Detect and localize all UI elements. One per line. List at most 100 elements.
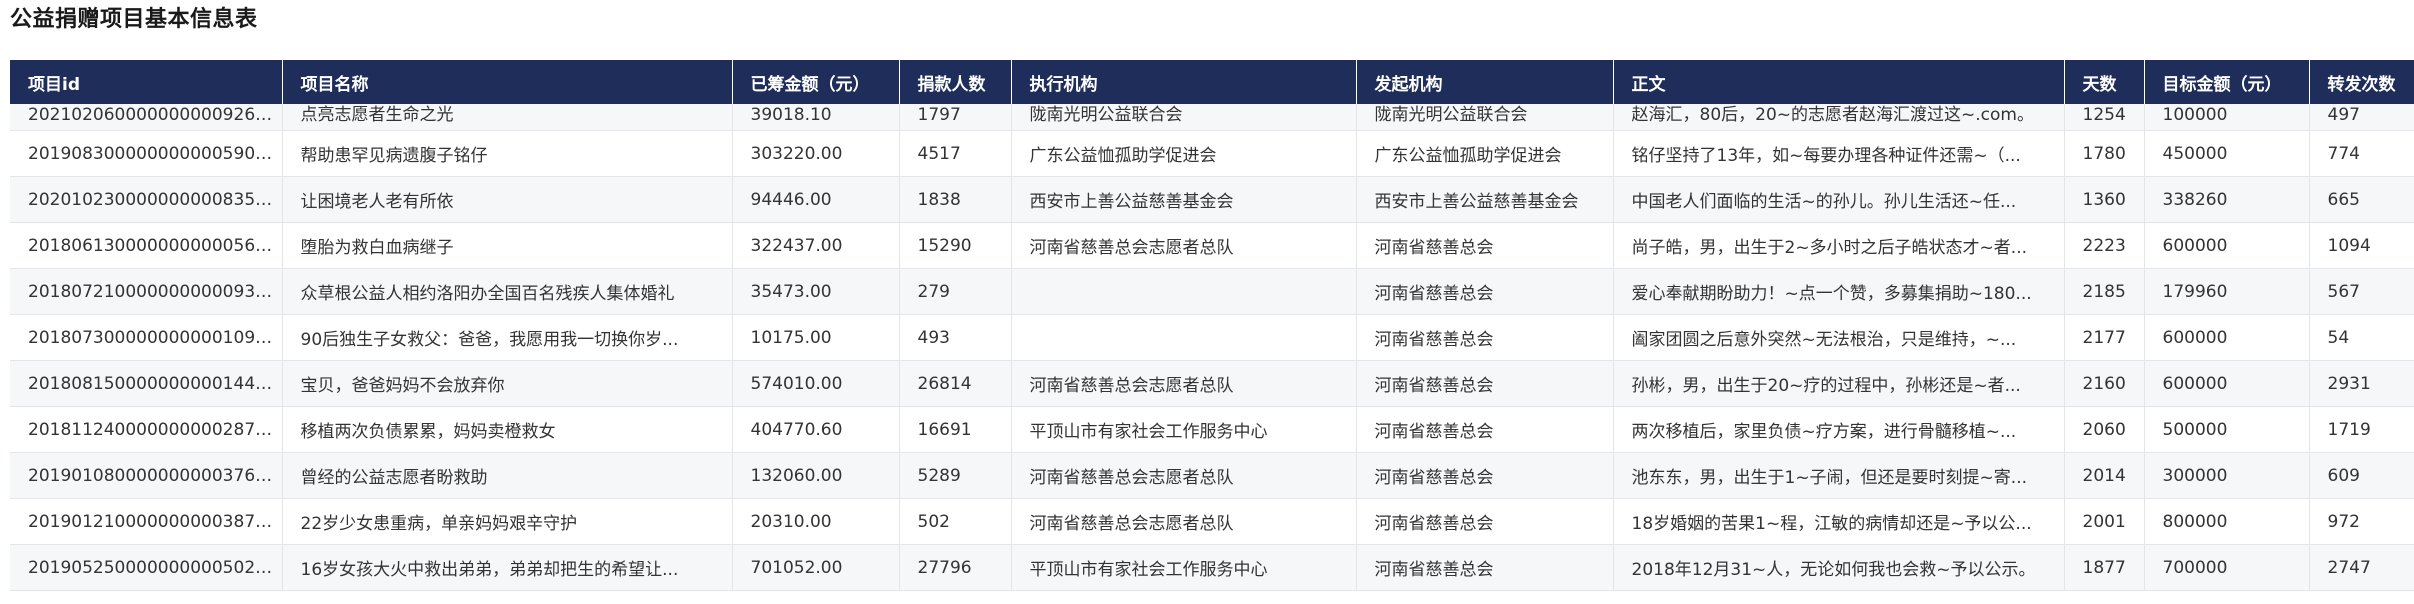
col-donor-count-cell: 279 xyxy=(899,268,1012,315)
col-share-count-cell: 774 xyxy=(2309,130,2414,177)
col-project-id-cell: 20210206000000000092660422 xyxy=(10,104,283,131)
table-header-row: 项目id 项目名称 已筹金额（元） 捐款人数 执行机构 发起机构 正文 天数 目标金额（元） 转发… xyxy=(10,60,2414,104)
col-executing-org-cell: 河南省慈善总会志愿者总队 xyxy=(1011,452,1357,499)
table-row[interactable]: 20180815000000000014461471 宝贝，爸爸妈妈不会放弃你 57… xyxy=(10,360,2414,407)
col-project-name-cell: 曾经的公益志愿者盼救助 xyxy=(282,452,733,499)
col-days-cell: 1254 xyxy=(2064,104,2145,131)
col-days-cell: 2223 xyxy=(2064,222,2145,269)
col-donor-count-cell: 27796 xyxy=(899,544,1012,591)
col-project-id-cell: 20180721000000000009380963 xyxy=(10,268,283,315)
col-target-amount-cell: 338260 xyxy=(2144,176,2310,223)
col-raised-amount-cell: 404770.60 xyxy=(732,406,900,453)
table-row[interactable]: 20210206000000000092660422 点亮志愿者生命之光 39018… xyxy=(10,104,2414,131)
col-project-name-cell: 16岁女孩大火中救出弟弟，弟弟却把生的希望让... xyxy=(282,544,733,591)
col-raised-amount-cell: 303220.00 xyxy=(732,130,900,177)
col-project-id-cell: 20190830000000000059037058 xyxy=(10,130,283,177)
col-target-amount-cell: 179960 xyxy=(2144,268,2310,315)
col-initiating-org-cell: 西安市上善公益慈善基金会 xyxy=(1356,176,1614,223)
col-share-count-cell: 1719 xyxy=(2309,406,2414,453)
col-target-amount-cell: 600000 xyxy=(2144,360,2310,407)
col-days-cell: 1360 xyxy=(2064,176,2145,223)
col-executing-org-header[interactable]: 执行机构 xyxy=(1011,60,1357,104)
col-share-count-cell: 665 xyxy=(2309,176,2414,223)
col-executing-org-cell: 陇南光明公益联合会 xyxy=(1011,104,1357,131)
col-target-amount-cell: 600000 xyxy=(2144,314,2310,361)
col-raised-amount-cell: 94446.00 xyxy=(732,176,900,223)
col-share-count-cell: 1094 xyxy=(2309,222,2414,269)
table-row[interactable]: 20181124000000000028722897 移植两次负债累累，妈妈卖橙救… xyxy=(10,406,2414,453)
col-share-count-cell: 2931 xyxy=(2309,360,2414,407)
col-body-text-cell: 18岁婚姻的苦果1~程，江敏的病情却还是~予以公... xyxy=(1613,498,2065,545)
col-initiating-org-cell: 河南省慈善总会 xyxy=(1356,452,1614,499)
col-share-count-cell: 567 xyxy=(2309,268,2414,315)
col-initiating-org-cell: 河南省慈善总会 xyxy=(1356,406,1614,453)
col-executing-org-cell: 西安市上善公益慈善基金会 xyxy=(1011,176,1357,223)
col-target-amount-cell: 700000 xyxy=(2144,544,2310,591)
col-project-name-cell: 堕胎为救白血病继子 xyxy=(282,222,733,269)
col-target-amount-header[interactable]: 目标金额（元） xyxy=(2144,60,2310,104)
col-executing-org-cell: 河南省慈善总会志愿者总队 xyxy=(1011,498,1357,545)
col-donor-count-cell: 16691 xyxy=(899,406,1012,453)
col-target-amount-cell: 100000 xyxy=(2144,104,2310,131)
col-days-header[interactable]: 天数 xyxy=(2064,60,2145,104)
table-row[interactable]: 20190108000000000037654920 曾经的公益志愿者盼救助 132… xyxy=(10,452,2414,499)
col-executing-org-cell: 平顶山市有家社会工作服务中心 xyxy=(1011,544,1357,591)
col-raised-amount-header[interactable]: 已筹金额（元） xyxy=(732,60,900,104)
table-row[interactable]: 20180730000000000010941119 90后独生子女救父：爸爸，我… xyxy=(10,314,2414,361)
table-row[interactable]: 20180721000000000009380963 众草根公益人相约洛阳办全国百… xyxy=(10,268,2414,315)
data-table-container[interactable]: 项目id 项目名称 已筹金额（元） 捐款人数 执行机构 发起机构 正文 天数 目标金额（元） 转发… xyxy=(10,60,2414,604)
col-initiating-org-header[interactable]: 发起机构 xyxy=(1356,60,1614,104)
col-donor-count-cell: 4517 xyxy=(899,130,1012,177)
col-share-count-cell: 2747 xyxy=(2309,544,2414,591)
col-project-name-cell: 宝贝，爸爸妈妈不会放弃你 xyxy=(282,360,733,407)
col-executing-org-cell: 平顶山市有家社会工作服务中心 xyxy=(1011,406,1357,453)
col-body-text-header[interactable]: 正文 xyxy=(1613,60,2065,104)
col-raised-amount-cell: 20310.00 xyxy=(732,498,900,545)
col-days-cell: 1780 xyxy=(2064,130,2145,177)
col-initiating-org-cell: 河南省慈善总会 xyxy=(1356,268,1614,315)
col-share-count-header[interactable]: 转发次数 xyxy=(2309,60,2414,104)
col-executing-org-cell xyxy=(1011,268,1357,315)
table-row[interactable]: 20201023000000000083539509 让困境老人老有所依 94446… xyxy=(10,176,2414,223)
col-target-amount-cell: 800000 xyxy=(2144,498,2310,545)
col-raised-amount-cell: 701052.00 xyxy=(732,544,900,591)
col-executing-org-cell: 河南省慈善总会志愿者总队 xyxy=(1011,360,1357,407)
col-executing-org-cell xyxy=(1011,314,1357,361)
col-initiating-org-cell: 河南省慈善总会 xyxy=(1356,314,1614,361)
col-share-count-cell: 972 xyxy=(2309,498,2414,545)
col-donor-count-cell: 1797 xyxy=(899,104,1012,131)
col-target-amount-cell: 500000 xyxy=(2144,406,2310,453)
col-body-text-cell: 两次移植后，家里负债~疗方案，进行骨髓移植~... xyxy=(1613,406,2065,453)
col-donor-count-cell: 1838 xyxy=(899,176,1012,223)
col-initiating-org-cell: 河南省慈善总会 xyxy=(1356,222,1614,269)
col-donor-count-cell: 15290 xyxy=(899,222,1012,269)
col-initiating-org-cell: 陇南光明公益联合会 xyxy=(1356,104,1614,131)
col-body-text-cell: 尚子皓，男，出生于2~多小时之后子皓状态才~者... xyxy=(1613,222,2065,269)
col-raised-amount-cell: 574010.00 xyxy=(732,360,900,407)
table-row[interactable]: 20190121000000000038715026 22岁少女患重病，单亲妈妈艰… xyxy=(10,498,2414,545)
col-days-cell: 2014 xyxy=(2064,452,2145,499)
col-donor-count-cell: 26814 xyxy=(899,360,1012,407)
col-days-cell: 2060 xyxy=(2064,406,2145,453)
col-project-id-header[interactable]: 项目id xyxy=(10,60,283,104)
table-row[interactable]: 20190830000000000059037058 帮助患罕见病遗腹子铭仔 303… xyxy=(10,130,2414,177)
col-project-name-header[interactable]: 项目名称 xyxy=(282,60,733,104)
col-share-count-cell: 609 xyxy=(2309,452,2414,499)
col-project-name-cell: 众草根公益人相约洛阳办全国百名残疾人集体婚礼 xyxy=(282,268,733,315)
col-raised-amount-cell: 132060.00 xyxy=(732,452,900,499)
col-body-text-cell: 孙彬，男，出生于20~疗的过程中，孙彬还是~者... xyxy=(1613,360,2065,407)
table-row[interactable]: 20180613000000000005660582 堕胎为救白血病继子 32243… xyxy=(10,222,2414,269)
table-row[interactable]: 20190525000000000050256180 16岁女孩大火中救出弟弟，弟… xyxy=(10,544,2414,591)
table-body: 20210206000000000092660422 点亮志愿者生命之光 39018… xyxy=(10,104,2414,591)
col-days-cell: 1877 xyxy=(2064,544,2145,591)
col-target-amount-cell: 300000 xyxy=(2144,452,2310,499)
col-donor-count-header[interactable]: 捐款人数 xyxy=(899,60,1012,104)
col-project-id-cell: 20190121000000000038715026 xyxy=(10,498,283,545)
page-title: 公益捐赠项目基本信息表 xyxy=(10,7,258,32)
col-donor-count-cell: 493 xyxy=(899,314,1012,361)
col-project-id-cell: 20190108000000000037654920 xyxy=(10,452,283,499)
col-project-name-cell: 22岁少女患重病，单亲妈妈艰辛守护 xyxy=(282,498,733,545)
col-days-cell: 2160 xyxy=(2064,360,2145,407)
col-body-text-cell: 爱心奉献期盼助力！~点一个赞，多募集捐助~180... xyxy=(1613,268,2065,315)
col-raised-amount-cell: 35473.00 xyxy=(732,268,900,315)
